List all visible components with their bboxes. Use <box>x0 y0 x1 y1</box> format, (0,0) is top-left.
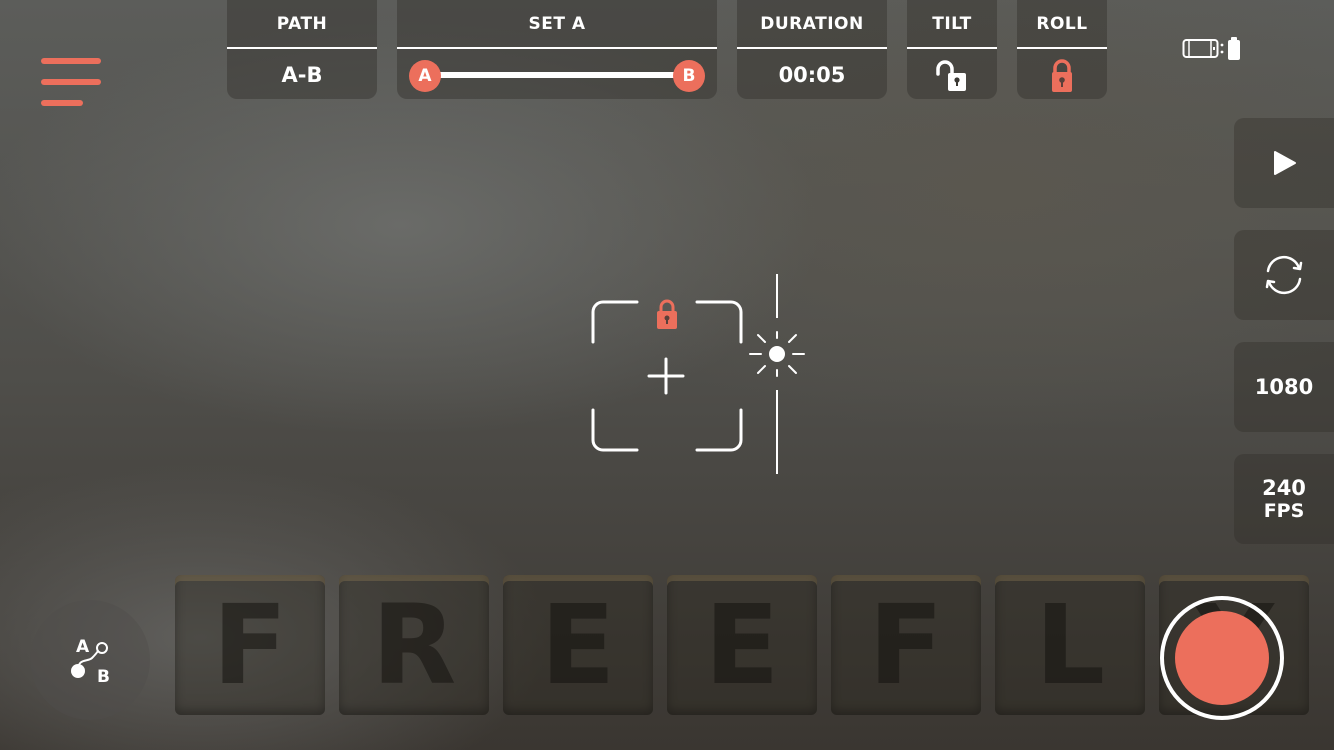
play-button[interactable] <box>1234 118 1334 208</box>
unlock-icon[interactable] <box>935 59 969 93</box>
brand-letter: F <box>831 575 981 715</box>
menu-line <box>41 58 101 64</box>
ab-range-slider[interactable]: A B <box>409 60 705 92</box>
divider <box>397 47 717 49</box>
duration-title: DURATION <box>760 14 864 34</box>
set-title: SET A <box>528 14 586 34</box>
menu-line <box>41 79 101 85</box>
divider <box>907 47 997 49</box>
focus-reticle[interactable] <box>590 298 746 458</box>
point-a-handle[interactable]: A <box>409 60 441 92</box>
point-b-handle[interactable]: B <box>673 60 705 92</box>
roll-panel[interactable]: ROLL <box>1017 0 1107 99</box>
fps-unit: FPS <box>1263 500 1305 522</box>
path-panel[interactable]: PATH A-B <box>227 0 377 99</box>
swap-button[interactable] <box>1234 230 1334 320</box>
play-icon <box>1274 151 1296 175</box>
brand-letter: F <box>175 575 325 715</box>
fps-value: 240 <box>1262 476 1306 500</box>
menu-line <box>41 100 83 106</box>
fps-button[interactable]: 240 FPS <box>1234 454 1334 544</box>
brand-letter: R <box>339 575 489 715</box>
duration-value: 00:05 <box>778 63 846 87</box>
divider <box>1017 47 1107 49</box>
ab-track <box>429 72 685 78</box>
divider <box>737 47 887 49</box>
tilt-title: TILT <box>932 14 972 34</box>
record-dot <box>1175 611 1269 705</box>
resolution-value: 1080 <box>1254 375 1314 399</box>
roll-title: ROLL <box>1036 14 1088 34</box>
tilt-panel[interactable]: TILT <box>907 0 997 99</box>
hamburger-menu-icon[interactable] <box>41 58 101 106</box>
path-mode-button[interactable]: A B <box>30 600 150 720</box>
set-panel[interactable]: SET A A B <box>397 0 717 99</box>
ab-path-icon: A B <box>71 637 110 687</box>
path-value: A-B <box>281 63 323 87</box>
refresh-icon <box>1265 255 1303 295</box>
camera-feed-brand-embossing: FREEFLY <box>175 575 1309 715</box>
focus-lock-icon[interactable] <box>657 299 677 329</box>
path-start-label: A <box>76 637 90 657</box>
brand-letter: E <box>667 575 817 715</box>
resolution-button[interactable]: 1080 <box>1234 342 1334 432</box>
record-button[interactable] <box>1160 596 1284 720</box>
duration-panel[interactable]: DURATION 00:05 <box>737 0 887 99</box>
brand-letter: L <box>995 575 1145 715</box>
path-title: PATH <box>276 14 328 34</box>
sun-icon[interactable] <box>749 331 805 377</box>
exposure-slider[interactable] <box>748 274 808 480</box>
phone-gimbal-battery-icon <box>1182 36 1242 66</box>
brand-letter: E <box>503 575 653 715</box>
lock-icon[interactable] <box>1050 59 1074 93</box>
path-end-label: B <box>97 667 110 687</box>
divider <box>227 47 377 49</box>
